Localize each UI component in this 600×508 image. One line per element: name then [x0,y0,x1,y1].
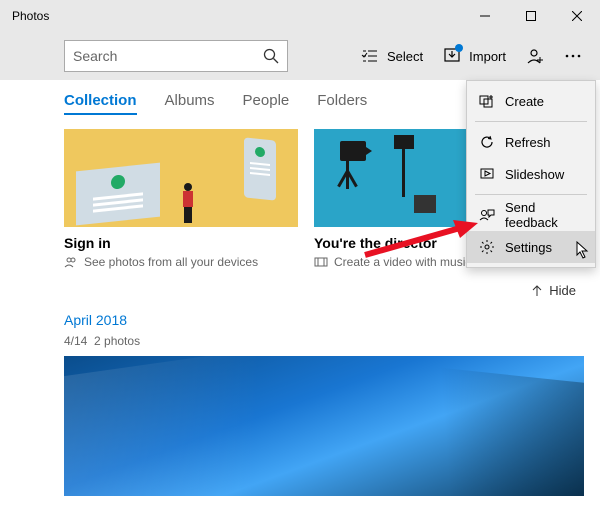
signin-title: Sign in [64,235,298,251]
menu-refresh[interactable]: Refresh [467,126,595,158]
ellipsis-icon [564,47,582,65]
annotation-arrow [360,220,480,260]
refresh-icon [479,134,495,150]
signin-card[interactable]: Sign in See photos from all your devices [64,129,298,269]
minimize-button[interactable] [462,0,508,32]
film-icon [314,255,328,269]
slideshow-icon [479,166,495,182]
context-menu: Create Refresh Slideshow Send feedback S… [466,80,596,268]
title-bar: Photos [0,0,600,32]
feedback-icon [479,207,495,223]
account-button[interactable] [516,36,554,76]
people-icon [64,255,78,269]
photo-thumbnail[interactable] [64,356,584,496]
tab-folders[interactable]: Folders [317,92,367,115]
menu-separator [475,194,587,195]
toolbar: Select Import [0,32,600,80]
tab-collection[interactable]: Collection [64,92,137,115]
maximize-button[interactable] [508,0,554,32]
import-button[interactable]: Import [433,36,516,76]
hide-button[interactable]: Hide [64,283,584,298]
section-date-title[interactable]: April 2018 [64,312,584,328]
tab-people[interactable]: People [243,92,290,115]
signin-subtitle: See photos from all your devices [64,255,298,269]
select-button[interactable]: Select [351,36,433,76]
import-label: Import [469,49,506,64]
app-title: Photos [12,9,49,23]
search-input[interactable] [73,48,263,64]
window-controls [462,0,600,32]
menu-separator [475,121,587,122]
person-icon [526,47,544,65]
gear-icon [479,239,495,255]
section-subtitle: 4/14 2 photos [64,334,584,348]
menu-create[interactable]: Create [467,85,595,117]
select-label: Select [387,49,423,64]
import-icon [443,46,461,67]
signin-illustration [64,129,298,227]
close-button[interactable] [554,0,600,32]
menu-feedback[interactable]: Send feedback [467,199,595,231]
search-icon [263,48,279,64]
tab-albums[interactable]: Albums [165,92,215,115]
menu-slideshow[interactable]: Slideshow [467,158,595,190]
search-box[interactable] [64,40,288,72]
arrow-up-icon [531,285,543,297]
select-icon [361,47,379,65]
cursor-icon [576,241,590,259]
create-icon [479,93,495,109]
more-button[interactable] [554,36,592,76]
